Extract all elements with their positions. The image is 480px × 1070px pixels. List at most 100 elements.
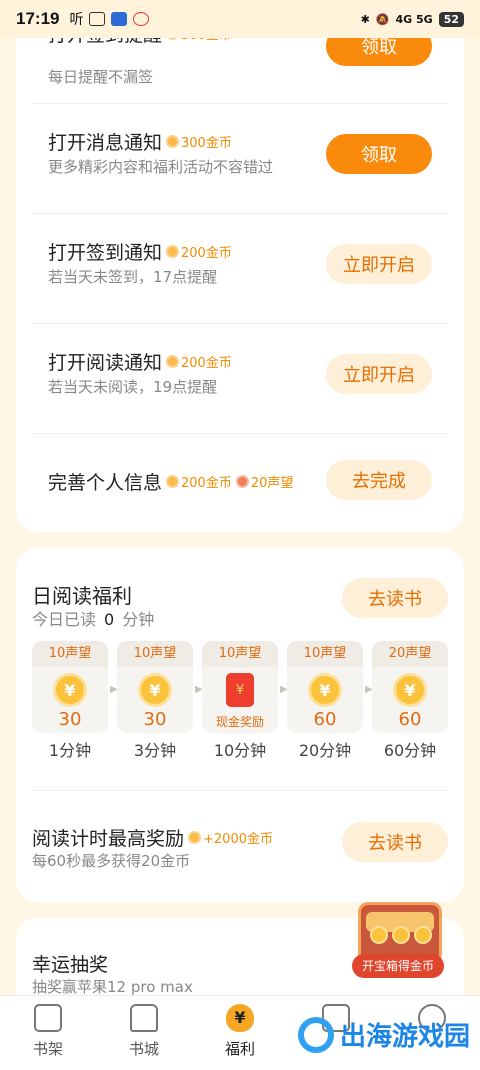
coin-icon (166, 245, 180, 258)
watermark-text: 出海游戏园 (340, 1022, 471, 1052)
reward-step: 10声望 ¥ 60 (287, 641, 363, 733)
task-row: 打开消息通知 300金币 更多精彩内容和福利活动不容错过 领取 (32, 104, 448, 214)
task-reward: 200金币 (166, 242, 232, 261)
task-card: 打开签到提醒 300金币 每日提醒不漏签 领取 打开消息通知 300金币 更多精… (16, 0, 464, 532)
task-reward-text: 200金币 (181, 356, 232, 371)
task-subtitle: 若当天未签到，17点提醒 (48, 268, 218, 286)
red-envelope-icon: ¥ (226, 673, 254, 707)
task-row: 打开阅读通知 200金币 若当天未阅读，19点提醒 立即开启 (32, 324, 448, 434)
coin-icon (370, 926, 388, 944)
step-value: 60 (398, 709, 422, 730)
step-reputation: 10声望 (32, 641, 108, 667)
task-title-text: 完善个人信息 (48, 472, 163, 494)
coin-icon: ¥ (393, 673, 427, 707)
coin-icon: ¥ (138, 673, 172, 707)
bluetooth-icon: ✱ (360, 12, 370, 26)
step-time: 3分钟 (133, 741, 177, 760)
coin-icon (166, 475, 180, 488)
watermark-logo-icon (298, 1016, 334, 1053)
coin-icon (166, 135, 180, 148)
reward-step: 10声望 ¥ 30 (32, 641, 108, 733)
status-time: 17:19 (16, 9, 60, 28)
mute-icon: 🔕 (375, 12, 390, 26)
divider (32, 790, 448, 791)
network-label: 4G 5G (395, 12, 433, 26)
task-title-text: 打开阅读通知 (48, 352, 163, 374)
app-icon (111, 12, 128, 26)
task-subtitle: 更多精彩内容和福利活动不容错过 (48, 158, 274, 176)
chest-label: 开宝箱得金币 (352, 954, 444, 978)
reputation-icon (235, 475, 249, 488)
coin-icon (414, 926, 432, 944)
read-sub-suffix: 分钟 (122, 610, 155, 629)
read-timer-reward: +2000金币 (188, 828, 273, 847)
step-value: 60 (313, 709, 337, 730)
mail-icon (89, 12, 106, 26)
task-reward: 200金币 (166, 352, 232, 371)
bookstore-icon (130, 1004, 158, 1032)
status-right: ✱ 🔕 4G 5G 52 (360, 11, 464, 27)
battery-icon: 52 (438, 11, 464, 27)
weibo-icon (133, 12, 150, 26)
read-timer-reward-text: +2000金币 (203, 832, 273, 847)
coin-icon: ¥ (53, 673, 87, 707)
coin-icon (188, 831, 202, 844)
read-timer-subtitle: 每60秒最多获得20金币 (32, 852, 191, 870)
step-reputation: 10声望 (287, 641, 363, 667)
daily-read-progress: 今日已读 0 分钟 (32, 606, 154, 630)
coin-icon: ¥ (308, 673, 342, 707)
tab-bookstore[interactable]: 书城 (112, 1004, 176, 1059)
step-value: 30 (58, 709, 82, 730)
step-value: 30 (143, 709, 167, 730)
task-title-text: 打开签到通知 (48, 242, 163, 264)
reward-step: 10声望 ¥ 30 (117, 641, 193, 733)
read-minutes-count: 0 (104, 610, 115, 629)
go-read-button-2[interactable]: 去读书 (342, 822, 448, 862)
task-title: 打开阅读通知 200金币 (48, 348, 232, 375)
task-title: 完善个人信息 200金币 20声望 (48, 468, 293, 495)
tab-bookshelf[interactable]: 书架 (16, 1004, 80, 1059)
task-row: 打开签到通知 200金币 若当天未签到，17点提醒 立即开启 (32, 214, 448, 324)
lottery-subtitle: 抽奖赢苹果12 pro max (32, 978, 193, 996)
reward-step: 10声望 ¥ 现金奖励 (202, 641, 278, 733)
task-reward-text: 200金币 (181, 246, 232, 261)
status-bar: 17:19 听 ✱ 🔕 4G 5G 52 (0, 0, 480, 38)
coin-icon (166, 355, 180, 368)
watermark: 出海游戏园 (298, 1016, 470, 1053)
listen-icon: 听 (69, 12, 84, 28)
treasure-chest-button[interactable]: 开宝箱得金币 (352, 896, 448, 986)
coin-icon (392, 926, 410, 944)
task-title: 打开消息通知 300金币 (48, 128, 232, 155)
task-subtitle: 若当天未阅读，19点提醒 (48, 378, 218, 396)
lottery-title: 幸运抽奖 (32, 954, 109, 976)
task-reward2-text: 20声望 (250, 476, 294, 491)
read-timer-title: 阅读计时最高奖励 +2000金币 (32, 824, 273, 851)
task-reward-reputation: 20声望 (235, 472, 294, 491)
tab-label: 书架 (32, 1040, 63, 1058)
enable-button[interactable]: 立即开启 (326, 354, 432, 394)
task-reward-text: 200金币 (181, 476, 232, 491)
task-reward: 300金币 (166, 132, 232, 151)
tab-welfare[interactable]: ¥ 福利 (208, 1004, 272, 1059)
task-reward: 200金币 (166, 472, 232, 491)
claim-button[interactable]: 领取 (326, 134, 432, 174)
step-time: 1分钟 (48, 741, 92, 760)
step-time: 60分钟 (383, 741, 437, 760)
tab-label: 福利 (224, 1040, 255, 1058)
go-read-button[interactable]: 去读书 (342, 578, 448, 618)
step-reputation: 10声望 (117, 641, 193, 667)
daily-read-title: 日阅读福利 (32, 584, 132, 608)
task-row: 完善个人信息 200金币 20声望 去完成 (32, 434, 448, 544)
step-value: 现金奖励 (215, 715, 264, 729)
money-bag-icon: ¥ (226, 1004, 254, 1032)
task-title-text: 打开消息通知 (48, 132, 163, 154)
task-reward-text: 300金币 (181, 136, 232, 151)
read-sub-prefix: 今日已读 (32, 610, 97, 629)
task-subtitle: 每日提醒不漏签 (48, 68, 154, 86)
reward-step: 20声望 ¥ 60 (372, 641, 448, 733)
tab-label: 书城 (128, 1040, 159, 1058)
task-title: 打开签到通知 200金币 (48, 238, 232, 265)
complete-button[interactable]: 去完成 (326, 460, 432, 500)
enable-button[interactable]: 立即开启 (326, 244, 432, 284)
read-timer-title-text: 阅读计时最高奖励 (32, 828, 185, 850)
